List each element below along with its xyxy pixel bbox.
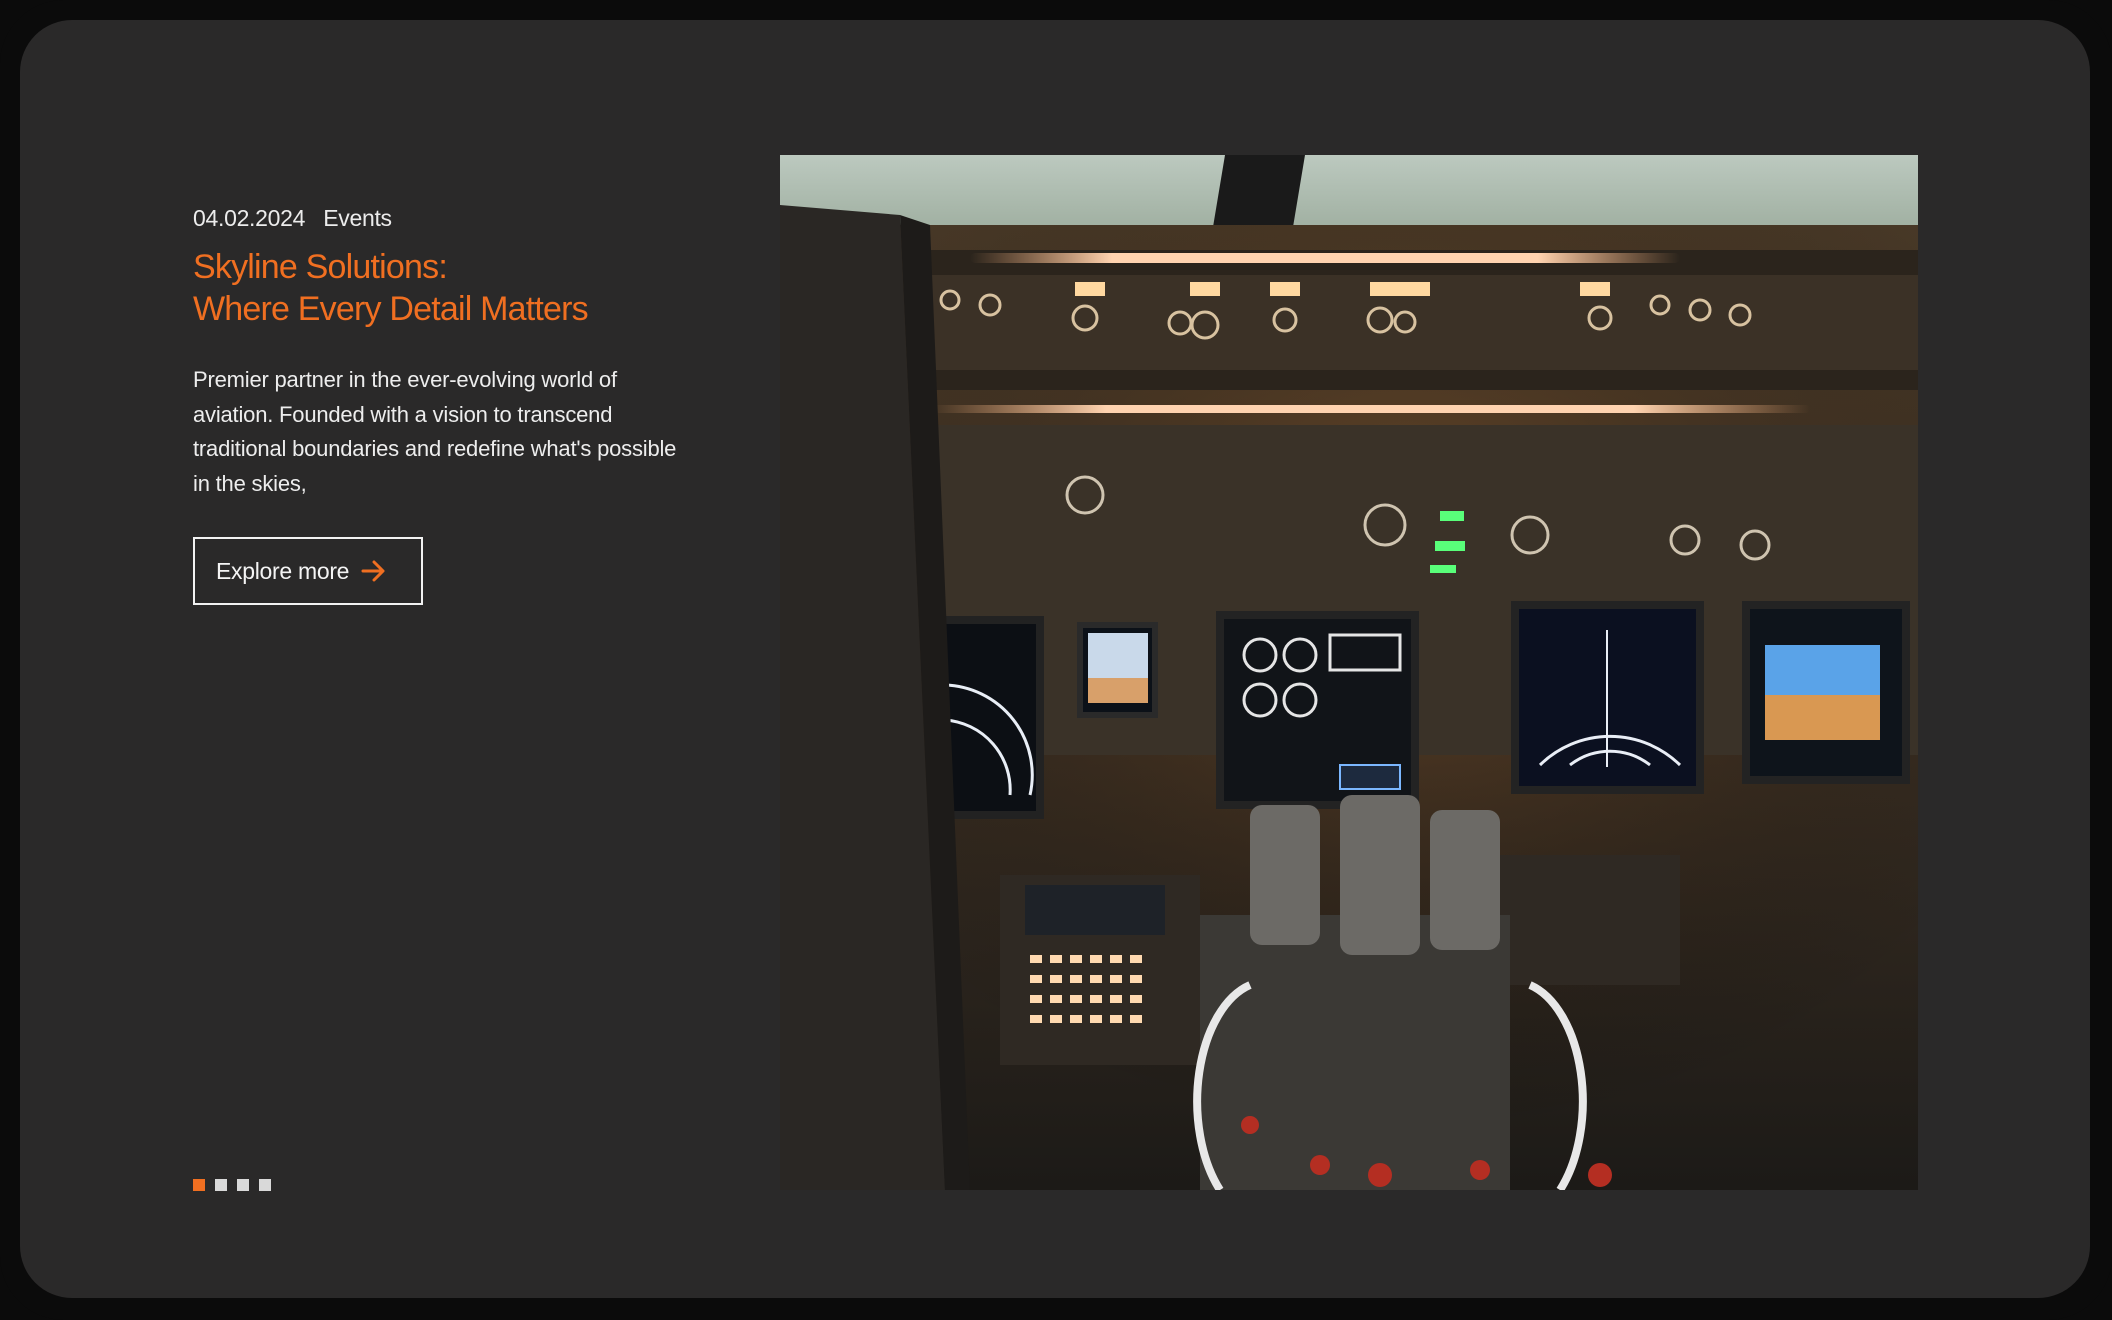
article-date: 04.02.2024 <box>193 205 306 231</box>
article-title-line-1: Skyline Solutions: <box>193 248 448 286</box>
hero-slide-card: 04.02.2024 Events Skyline Solutions: Whe… <box>20 20 2090 1298</box>
device-frame: 04.02.2024 Events Skyline Solutions: Whe… <box>0 0 2112 1320</box>
carousel-dot-4[interactable] <box>259 1179 271 1191</box>
article-title-line-2: Where Every Detail Matters <box>193 290 589 328</box>
article-title: Skyline Solutions: Where Every Detail Ma… <box>193 246 753 330</box>
arrow-right-icon <box>361 560 387 582</box>
cockpit-image <box>780 155 1918 1190</box>
carousel-dot-1[interactable] <box>193 1179 205 1191</box>
carousel-dot-2[interactable] <box>215 1179 227 1191</box>
article-meta: 04.02.2024 Events <box>193 205 392 232</box>
article-category: Events <box>323 205 392 231</box>
carousel-dot-3[interactable] <box>237 1179 249 1191</box>
explore-more-label: Explore more <box>216 557 350 584</box>
explore-more-button[interactable]: Explore more <box>193 537 423 605</box>
carousel-pagination <box>193 1179 271 1191</box>
article-description: Premier partner in the ever-evolving wor… <box>193 367 677 496</box>
